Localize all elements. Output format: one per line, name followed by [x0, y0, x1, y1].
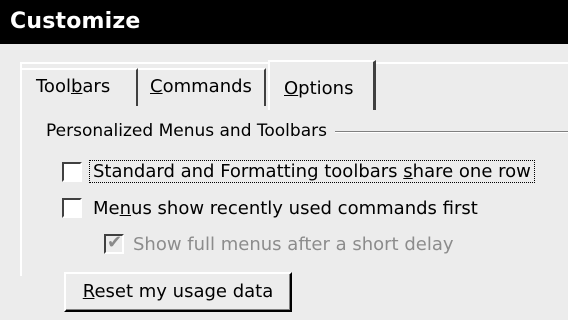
tab-selected-join [270, 104, 373, 110]
checkmark-icon: ✔ [107, 232, 123, 253]
group-separator-line [300, 131, 568, 133]
checkbox-recent-commands-first-label[interactable]: Menus show recently used commands first [93, 197, 478, 221]
checkbox-full-menus-delay-label: Show full menus after a short delay [133, 234, 454, 255]
group-label-personalized-menus: Personalized Menus and Toolbars [46, 120, 335, 142]
tab-options[interactable]: Options [268, 60, 376, 110]
checkbox-full-menus-delay[interactable]: ✔ [104, 232, 124, 254]
checkbox-share-one-row-label[interactable]: Standard and Formatting toolbars share o… [89, 160, 535, 184]
focus-rect: Standard and Formatting toolbars share o… [89, 160, 535, 183]
window-title: Customize [0, 0, 568, 44]
tab-commands[interactable]: Commands [138, 68, 266, 106]
checkbox-recent-commands-first[interactable] [62, 198, 82, 218]
reset-usage-data-button[interactable]: Reset my usage data [64, 272, 292, 312]
customize-dialog: Customize Toolbars Commands Options Pers… [0, 0, 568, 320]
tab-toolbars[interactable]: Toolbars [20, 68, 138, 106]
checkbox-share-one-row[interactable] [62, 162, 82, 182]
